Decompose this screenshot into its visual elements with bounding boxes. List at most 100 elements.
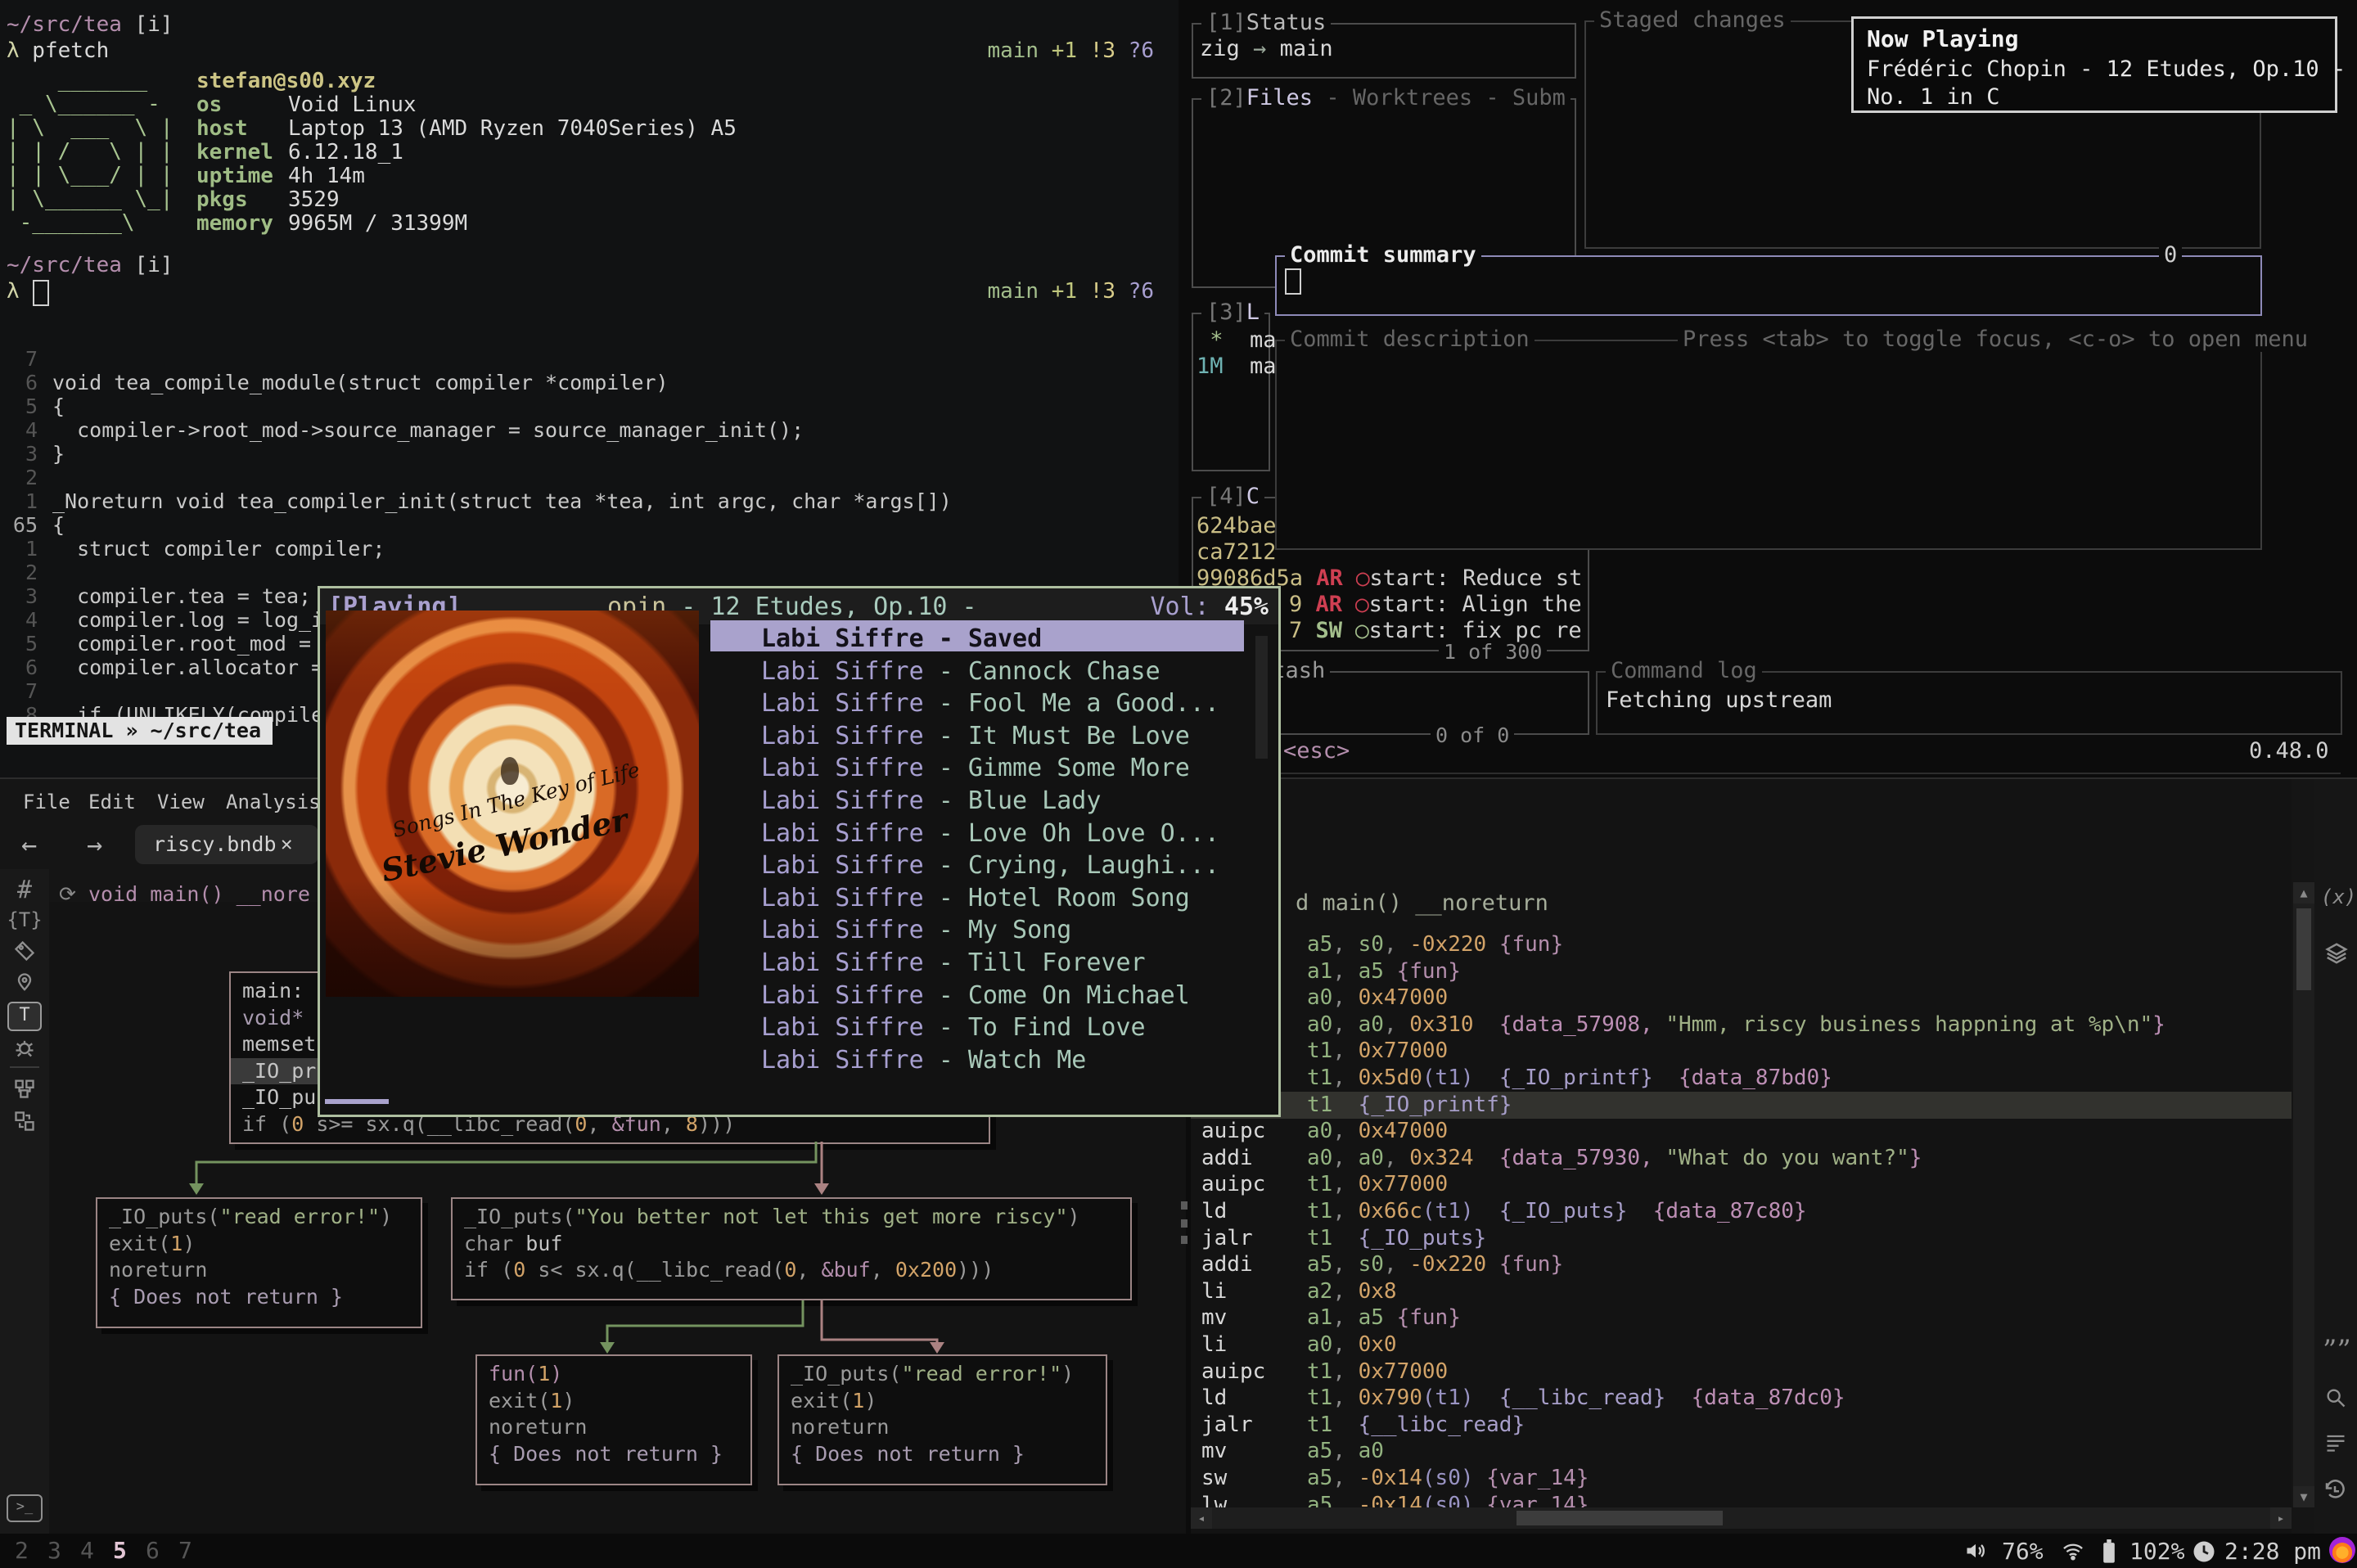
disasm-row[interactable]: mva1, a5 {fun} (1191, 1304, 2292, 1331)
disasm-row[interactable]: mva5, a0 (1191, 1438, 2292, 1465)
hierarchy-icon[interactable] (0, 1077, 49, 1105)
tab-riscy-bndb[interactable]: riscy.bndb✕ (135, 825, 318, 864)
disasm-row[interactable]: addia5, s0, -0x220 {fun} (1191, 1251, 2292, 1278)
history-icon[interactable] (2323, 1478, 2347, 1506)
nav-back-icon[interactable]: ← (21, 831, 37, 858)
disasm-row[interactable]: t1 {_IO_printf} (1191, 1092, 2292, 1119)
location-icon[interactable] (0, 971, 49, 999)
menu-view[interactable]: View (157, 791, 205, 813)
scroll-left-icon[interactable]: ◂ (1191, 1507, 1212, 1529)
disasm-row[interactable]: a0, 0x47000 (1191, 985, 2292, 1012)
disasm-row[interactable]: a0, a0, 0x310 {data_57908, "Hmm, riscy b… (1191, 1012, 2292, 1039)
notification-line1: Frédéric Chopin - 12 Etudes, Op.10 - (1867, 56, 2346, 82)
workspace-2[interactable]: 2 (15, 1537, 29, 1564)
commit-row[interactable]: 7 SW ◯start: fix pc re (1289, 618, 1582, 643)
quotes-icon[interactable]: ”” (2323, 1334, 2351, 1367)
disasm-row[interactable]: auipct1, 0x77000 (1191, 1358, 2292, 1386)
menu-file[interactable]: File (23, 791, 70, 813)
menu-analysis[interactable]: Analysis (226, 791, 321, 813)
search-icon[interactable] (2324, 1386, 2347, 1413)
workspace-6[interactable]: 6 (146, 1537, 160, 1564)
breadcrumb[interactable]: ⟳ void main() __nore (59, 882, 310, 906)
wifi-icon[interactable] (2059, 1539, 2087, 1566)
scroll-right-icon[interactable]: ▸ (2270, 1507, 2292, 1529)
disasm-row[interactable]: t1, 0x77000 (1191, 1038, 2292, 1065)
pfetch-info: stefan@s00.xyzosVoid LinuxhostLaptop 13 … (196, 69, 737, 235)
git-commit-summary-input[interactable]: Commit summary 0 (1275, 255, 2262, 316)
scrollbar-thumb[interactable] (2296, 908, 2311, 990)
scroll-up-icon[interactable]: ▲ (2293, 882, 2314, 903)
disasm-row[interactable]: jalrt1 {_IO_puts} (1191, 1225, 2292, 1252)
cross-references-icon[interactable] (0, 1110, 49, 1138)
music-player-window[interactable]: [Playing] opin - 12 Etudes, Op.10 - Vol:… (318, 586, 1281, 1117)
playlist-item[interactable]: Labi Siffre - Saved (761, 624, 1042, 656)
terminal-tab-bar[interactable]: TERMINAL » ~/src/tea (7, 717, 273, 745)
workspace-7[interactable]: 7 (178, 1537, 192, 1564)
playlist-item[interactable]: Labi Siffre - Fool Me a Good... (761, 689, 1219, 720)
scrollbar-thumb[interactable] (1517, 1511, 1723, 1525)
scroll-down-icon[interactable]: ▼ (2293, 1486, 2314, 1507)
playlist-item[interactable]: Labi Siffre - Love Oh Love O... (761, 819, 1219, 850)
branch-row[interactable]: * ma (1197, 327, 1277, 353)
binja-left-sidebar (0, 869, 49, 1534)
vertical-scrollbar[interactable]: ▲ ▼ (2293, 882, 2314, 1507)
tag-icon[interactable] (0, 939, 49, 967)
playlist-item[interactable]: Labi Siffre - Come On Michael (761, 981, 1190, 1012)
console-icon[interactable]: >_ (0, 1493, 49, 1522)
tab-close-icon[interactable]: ✕ (281, 832, 292, 855)
playlist-item[interactable]: Labi Siffre - Gimme Some More (761, 754, 1190, 785)
prompt-cursor-line[interactable]: λ (7, 278, 20, 304)
disasm-row[interactable]: auipct1, 0x77000 (1191, 1171, 2292, 1198)
disasm-row[interactable]: ldt1, 0x790(t1) {__libc_read} {data_87dc… (1191, 1385, 2292, 1412)
disasm-row[interactable]: lia2, 0x8 (1191, 1278, 2292, 1305)
playlist-item[interactable]: Labi Siffre - To Find Love (761, 1013, 1146, 1044)
status-bar: 234567 76% 102% 2:28 pm (0, 1534, 2357, 1568)
disasm-row[interactable]: t1, 0x5d0(t1) {_IO_printf} {data_87bd0} (1191, 1065, 2292, 1092)
disasm-row[interactable]: jalrt1 {__libc_read} (1191, 1412, 2292, 1439)
graph-node[interactable]: _IO_puts("read error!")exit(1)noreturn{ … (96, 1197, 422, 1328)
stack-layers-icon[interactable] (2324, 941, 2349, 969)
types-icon[interactable]: {T} (0, 908, 49, 931)
commit-row[interactable]: ca7212 (1197, 539, 1277, 565)
battery-icon[interactable] (2100, 1539, 2118, 1567)
now-playing-notification[interactable]: Now Playing Frédéric Chopin - 12 Etudes,… (1851, 16, 2337, 113)
playlist-item[interactable]: Labi Siffre - It Must Be Love (761, 722, 1190, 753)
playlist-item[interactable]: Labi Siffre - Hotel Room Song (761, 884, 1190, 915)
player-scrollbar-thumb[interactable] (1255, 636, 1268, 759)
text-view-icon[interactable]: T (0, 1002, 49, 1031)
tray-app-icon[interactable] (2329, 1537, 2355, 1563)
graph-node[interactable]: _IO_puts("You better not let this get mo… (451, 1197, 1132, 1300)
commit-row[interactable]: 9 AR ◯start: Align the (1289, 592, 1582, 617)
workspace-4[interactable]: 4 (80, 1537, 94, 1564)
playlist-item[interactable]: Labi Siffre - Crying, Laughi... (761, 851, 1219, 882)
playlist-item[interactable]: Labi Siffre - Cannock Chase (761, 657, 1160, 688)
disasm-row[interactable]: a1, a5 {fun} (1191, 958, 2292, 985)
speaker-icon[interactable] (1963, 1539, 1989, 1566)
disasm-row[interactable]: swa5, -0x14(s0) {var_14} (1191, 1465, 2292, 1492)
nav-forward-icon[interactable]: → (87, 831, 102, 858)
playlist-item[interactable]: Labi Siffre - Till Forever (761, 948, 1146, 980)
disasm-row[interactable]: addia0, a0, 0x324 {data_57930, "What do … (1191, 1145, 2292, 1172)
menu-edit[interactable]: Edit (88, 791, 136, 813)
disasm-row[interactable]: a5, s0, -0x220 {fun} (1191, 931, 2292, 958)
log-lines-icon[interactable] (2324, 1431, 2347, 1457)
git-commit-description-input[interactable]: Commit description Press <tab> to toggle… (1275, 340, 2262, 550)
variables-icon[interactable]: (x) (2321, 885, 2356, 908)
commit-row[interactable]: 624bae (1197, 513, 1277, 538)
symbols-icon[interactable]: # (0, 876, 49, 904)
graph-node[interactable]: fun(1)exit(1)noreturn{ Does not return } (475, 1354, 752, 1485)
playlist-item[interactable]: Labi Siffre - Watch Me (761, 1046, 1086, 1077)
player-progress-bar[interactable] (325, 1099, 389, 1104)
playlist-item[interactable]: Labi Siffre - Blue Lady (761, 786, 1101, 818)
playlist-item[interactable]: Labi Siffre - My Song (761, 916, 1071, 947)
disasm-row[interactable]: ldt1, 0x66c(t1) {_IO_puts} {data_87c80} (1191, 1198, 2292, 1225)
clock-icon (2192, 1539, 2216, 1567)
debugger-bug-icon[interactable] (0, 1036, 49, 1064)
branch-row[interactable]: 1M ma (1197, 354, 1277, 379)
graph-node[interactable]: _IO_puts("read error!")exit(1)noreturn{ … (777, 1354, 1107, 1485)
workspace-3[interactable]: 3 (47, 1537, 61, 1564)
disasm-row[interactable]: lia0, 0x0 (1191, 1331, 2292, 1358)
disasm-row[interactable]: auipca0, 0x47000 (1191, 1118, 2292, 1145)
horizontal-scrollbar[interactable]: ◂ ▸ (1191, 1507, 2292, 1529)
workspace-5[interactable]: 5 (113, 1537, 127, 1564)
